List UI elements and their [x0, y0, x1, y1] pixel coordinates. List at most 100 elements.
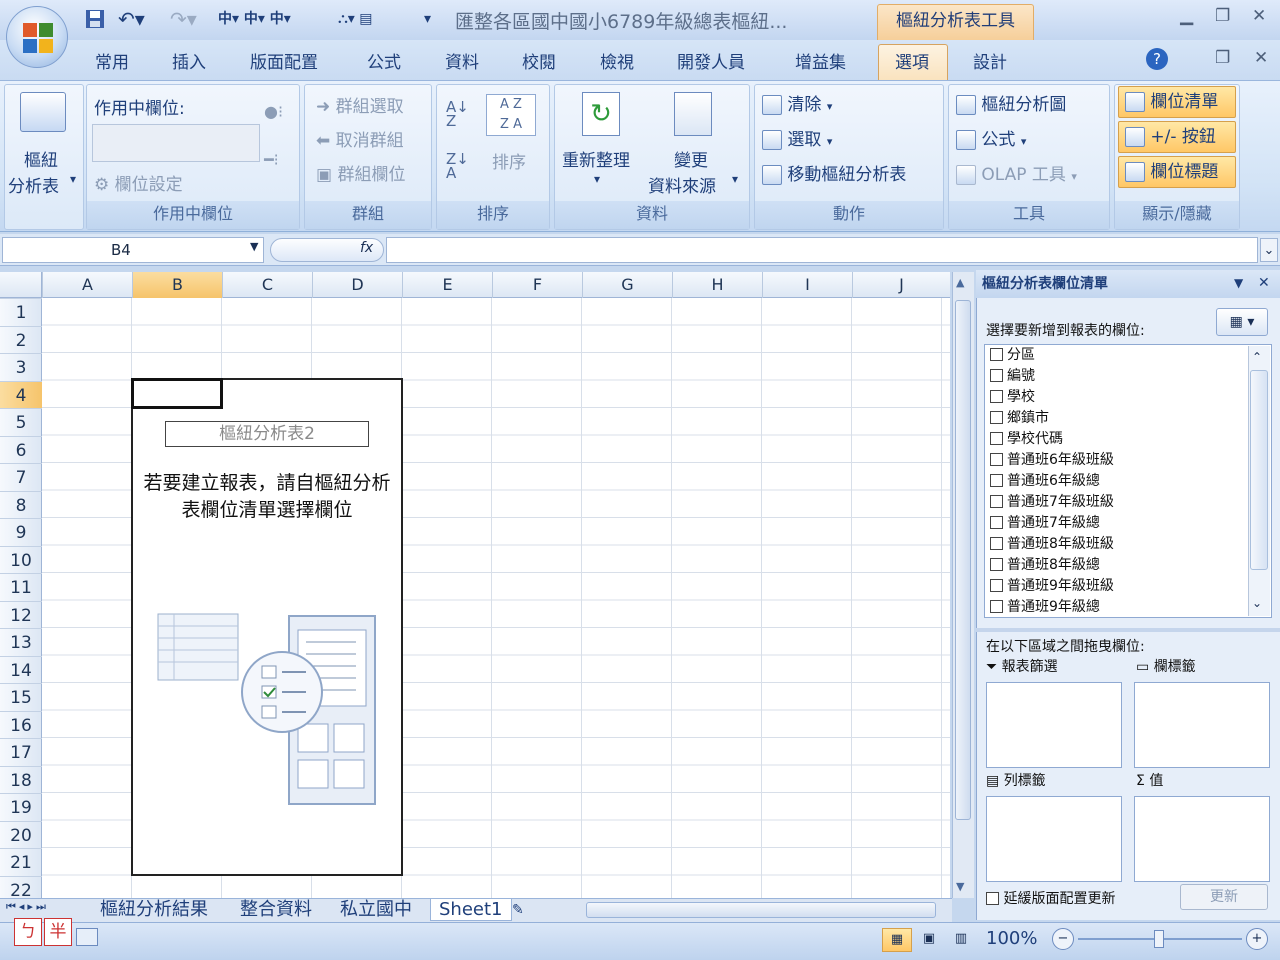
field-list-item[interactable]: 鄉鎮市	[990, 408, 1049, 429]
ungroup-button[interactable]: ⬅ 取消群組	[316, 126, 404, 151]
sheet-tab-pivot-result[interactable]: 樞紐分析結果	[100, 899, 208, 921]
sort-az-icon[interactable]: A↓ Z	[446, 100, 469, 129]
field-list-item[interactable]: 普通班8年級總	[990, 555, 1100, 576]
field-list-item[interactable]: 普通班6年級班級	[990, 450, 1114, 471]
row-header[interactable]: 1	[0, 298, 42, 326]
change-source-icon[interactable]	[674, 92, 712, 136]
sheet-tab-merged-data[interactable]: 整合資料	[240, 899, 312, 921]
ribbon-restore-icon[interactable]: ❐	[1215, 48, 1230, 68]
field-checkbox[interactable]	[990, 579, 1003, 592]
pivot-chart-button[interactable]: 樞紐分析圖	[956, 90, 1066, 115]
sheet-nav-icons[interactable]: ⏮◂▸⏭	[6, 900, 49, 914]
zoom-slider-thumb[interactable]	[1154, 930, 1164, 948]
column-header-j[interactable]: J	[852, 272, 950, 298]
sort-button-label[interactable]: 排序	[492, 148, 526, 173]
field-checkbox[interactable]	[990, 432, 1003, 445]
field-list-item[interactable]: 普通班8年級班級	[990, 534, 1114, 555]
row-header[interactable]: 16	[0, 710, 42, 739]
row-header[interactable]: 6	[0, 435, 42, 464]
plus-minus-buttons-toggle[interactable]: +/- 按鈕	[1118, 121, 1236, 153]
qat-custom-icon-2[interactable]: ⛬▾ ▤	[338, 8, 373, 30]
row-header[interactable]: 18	[0, 765, 42, 794]
field-list-item[interactable]: 學校代碼	[990, 429, 1063, 450]
column-header-f[interactable]: F	[492, 272, 582, 298]
sheet-tab-private-junior[interactable]: 私立國中	[340, 899, 412, 921]
field-checkbox[interactable]	[990, 558, 1003, 571]
qat-custom-icon-1[interactable]: 中▾ 中▾ 中▾	[218, 8, 291, 30]
restore-icon[interactable]: ❐	[1215, 6, 1230, 26]
column-header-a[interactable]: A	[42, 272, 132, 298]
scroll-up-icon[interactable]: ▲	[956, 276, 964, 289]
column-header-h[interactable]: H	[672, 272, 762, 298]
horizontal-scrollbar[interactable]	[586, 902, 936, 918]
page-break-view-icon[interactable]: ▥	[946, 928, 976, 952]
field-list-item[interactable]: 普通班7年級班級	[990, 492, 1114, 513]
field-list-scroll-up-icon[interactable]: ⌃	[1252, 350, 1262, 364]
field-checkbox[interactable]	[990, 390, 1003, 403]
clear-button[interactable]: 清除 ▾	[762, 90, 832, 115]
tab-page-layout[interactable]: 版面配置	[250, 48, 318, 73]
zoom-in-icon[interactable]: +	[1246, 928, 1268, 950]
field-checkbox[interactable]	[990, 537, 1003, 550]
select-all-corner[interactable]	[0, 272, 42, 298]
tab-addins[interactable]: 增益集	[795, 48, 846, 73]
tab-design[interactable]: 設計	[973, 48, 1007, 73]
redo-icon[interactable]: ↷▾	[170, 8, 197, 30]
row-header[interactable]: 5	[0, 408, 42, 436]
field-list-item[interactable]: 分區	[990, 345, 1035, 366]
sheet-tab-sheet1[interactable]: Sheet1	[430, 899, 512, 921]
field-list-item[interactable]: 學校	[990, 387, 1035, 408]
change-source-dropdown-icon[interactable]: ▾	[732, 172, 738, 186]
refresh-icon[interactable]: ↻	[582, 92, 620, 136]
values-area[interactable]	[1134, 796, 1270, 882]
defer-update-box[interactable]	[986, 892, 999, 905]
change-source-label-2[interactable]: 資料來源	[648, 172, 716, 197]
column-labels-area[interactable]	[1134, 682, 1270, 768]
row-header[interactable]: 9	[0, 518, 42, 546]
office-button[interactable]	[6, 6, 68, 68]
report-filter-area[interactable]	[986, 682, 1122, 768]
tab-options[interactable]: 選項	[895, 48, 929, 73]
refresh-button-label[interactable]: 重新整理	[562, 146, 630, 171]
sort-dialog-icon[interactable]: A ZZ A	[486, 94, 536, 136]
minimize-icon[interactable]: ▁	[1180, 6, 1193, 26]
pivot-table-button-label-2[interactable]: 分析表	[8, 172, 59, 197]
pane-close-icon[interactable]: ✕	[1258, 275, 1270, 291]
zoom-level[interactable]: 100%	[986, 928, 1037, 949]
page-layout-view-icon[interactable]: ▣	[914, 928, 944, 952]
field-checkbox[interactable]	[990, 411, 1003, 424]
field-checkbox[interactable]	[990, 348, 1003, 361]
row-header[interactable]: 13	[0, 628, 42, 656]
row-header[interactable]: 4	[0, 380, 42, 409]
move-pivot-button[interactable]: 移動樞紐分析表	[762, 160, 906, 185]
tab-home[interactable]: 常用	[95, 48, 129, 73]
name-box-dropdown-icon[interactable]: ▼	[250, 240, 258, 253]
column-header-g[interactable]: G	[582, 272, 672, 298]
sort-za-icon[interactable]: Z↓ A	[446, 152, 469, 181]
tab-developer[interactable]: 開發人員	[677, 48, 745, 73]
ribbon-close-icon[interactable]: ✕	[1254, 48, 1268, 68]
row-header[interactable]: 8	[0, 490, 42, 519]
field-checkbox[interactable]	[990, 516, 1003, 529]
row-header[interactable]: 15	[0, 683, 42, 711]
column-header-e[interactable]: E	[402, 272, 492, 298]
row-header[interactable]: 10	[0, 545, 42, 574]
olap-tools-button[interactable]: OLAP 工具 ▾	[956, 160, 1077, 185]
name-box[interactable]: B4	[2, 237, 264, 263]
formulas-button[interactable]: 公式 ▾	[956, 125, 1026, 150]
field-checkbox[interactable]	[990, 369, 1003, 382]
defer-update-checkbox[interactable]: 延緩版面配置更新	[986, 888, 1115, 908]
sheet-scroll-thumb[interactable]	[955, 300, 971, 820]
column-header-b[interactable]: B	[132, 272, 222, 298]
pane-menu-icon[interactable]: ▼	[1234, 276, 1243, 290]
row-header[interactable]: 21	[0, 848, 42, 876]
zoom-out-icon[interactable]: −	[1052, 928, 1074, 950]
insert-sheet-icon[interactable]: ✎	[512, 899, 524, 921]
qat-dropdown-icon[interactable]: ▾	[424, 8, 431, 30]
row-header[interactable]: 3	[0, 353, 42, 381]
tab-formulas[interactable]: 公式	[367, 48, 401, 73]
row-header[interactable]: 19	[0, 793, 42, 821]
change-source-label-1[interactable]: 變更	[674, 146, 708, 171]
pivot-table-button-label-1[interactable]: 樞紐	[24, 146, 58, 171]
field-settings-button[interactable]: ⚙ 欄位設定	[94, 170, 183, 195]
